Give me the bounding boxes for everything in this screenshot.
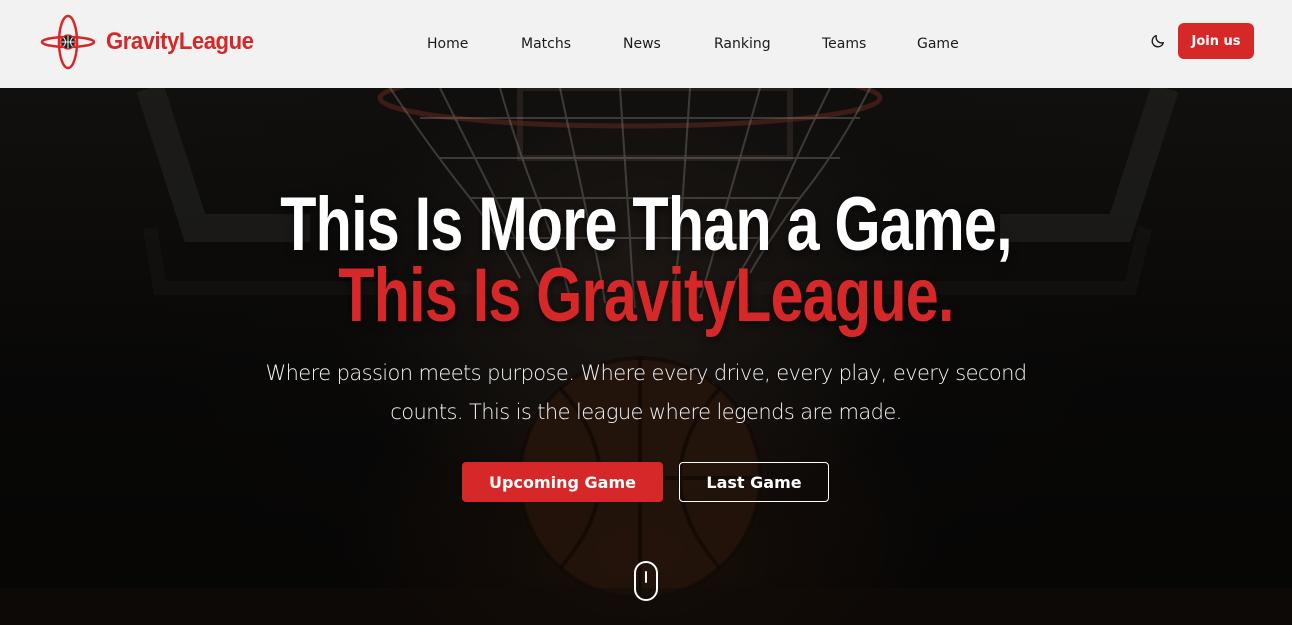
nav-item-ranking[interactable]: Ranking: [714, 28, 771, 60]
moon-icon: [1151, 35, 1164, 48]
last-game-button[interactable]: Last Game: [679, 462, 829, 502]
hero-headline-line1: This Is More Than a Game,: [280, 182, 1012, 267]
basketball-orbit-logo-icon: [40, 14, 96, 70]
brand-logo-link[interactable]: GravityLeague: [40, 14, 266, 70]
join-us-button[interactable]: Join us: [1178, 23, 1254, 59]
hero-headline-line2: This Is GravityLeague.: [338, 253, 954, 338]
nav-item-home[interactable]: Home: [427, 28, 468, 60]
hero-section: This Is More Than a Game, This Is Gravit…: [0, 88, 1292, 625]
scroll-wheel: [645, 571, 647, 583]
nav-item-game[interactable]: Game: [917, 28, 959, 60]
hero-content: This Is More Than a Game, This Is Gravit…: [0, 88, 1292, 625]
nav-item-news[interactable]: News: [623, 28, 661, 60]
nav-item-teams[interactable]: Teams: [822, 28, 866, 60]
nav-item-matchs[interactable]: Matchs: [521, 28, 571, 60]
hero-subtitle: Where passion meets purpose. Where every…: [265, 361, 1027, 424]
upcoming-game-button[interactable]: Upcoming Game: [462, 462, 663, 502]
theme-toggle-button[interactable]: [1148, 31, 1168, 51]
top-navbar: GravityLeague Home Matchs News Ranking T…: [0, 0, 1292, 88]
mouse-scroll-icon[interactable]: [634, 561, 658, 601]
brand-name: GravityLeague: [106, 28, 254, 55]
